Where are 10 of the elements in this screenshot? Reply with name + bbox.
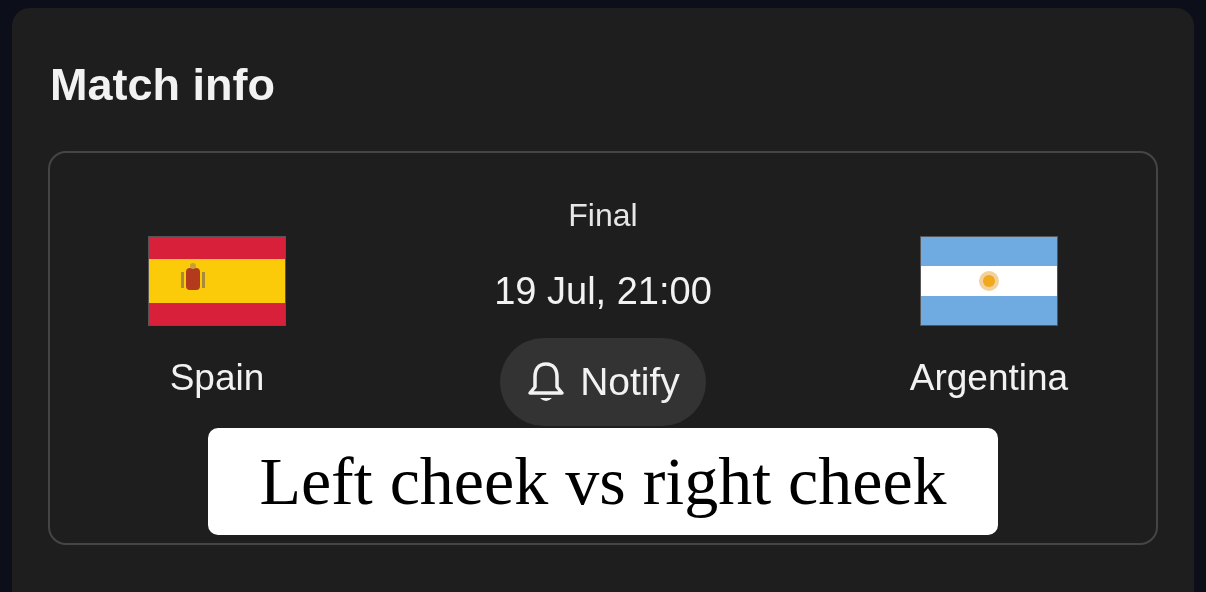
match-status: Final [568,196,638,235]
flag-icon [920,236,1058,326]
section-title: Match info [50,62,276,107]
notify-button[interactable]: Notify [500,338,706,426]
team-name: Spain [169,356,265,400]
bell-icon [526,360,567,404]
caption-text: Left cheek vs right cheek [208,428,998,535]
team-name: Argentina [909,356,1069,400]
flag-icon [148,236,286,326]
match-datetime: 19 Jul, 21:00 [494,269,712,313]
